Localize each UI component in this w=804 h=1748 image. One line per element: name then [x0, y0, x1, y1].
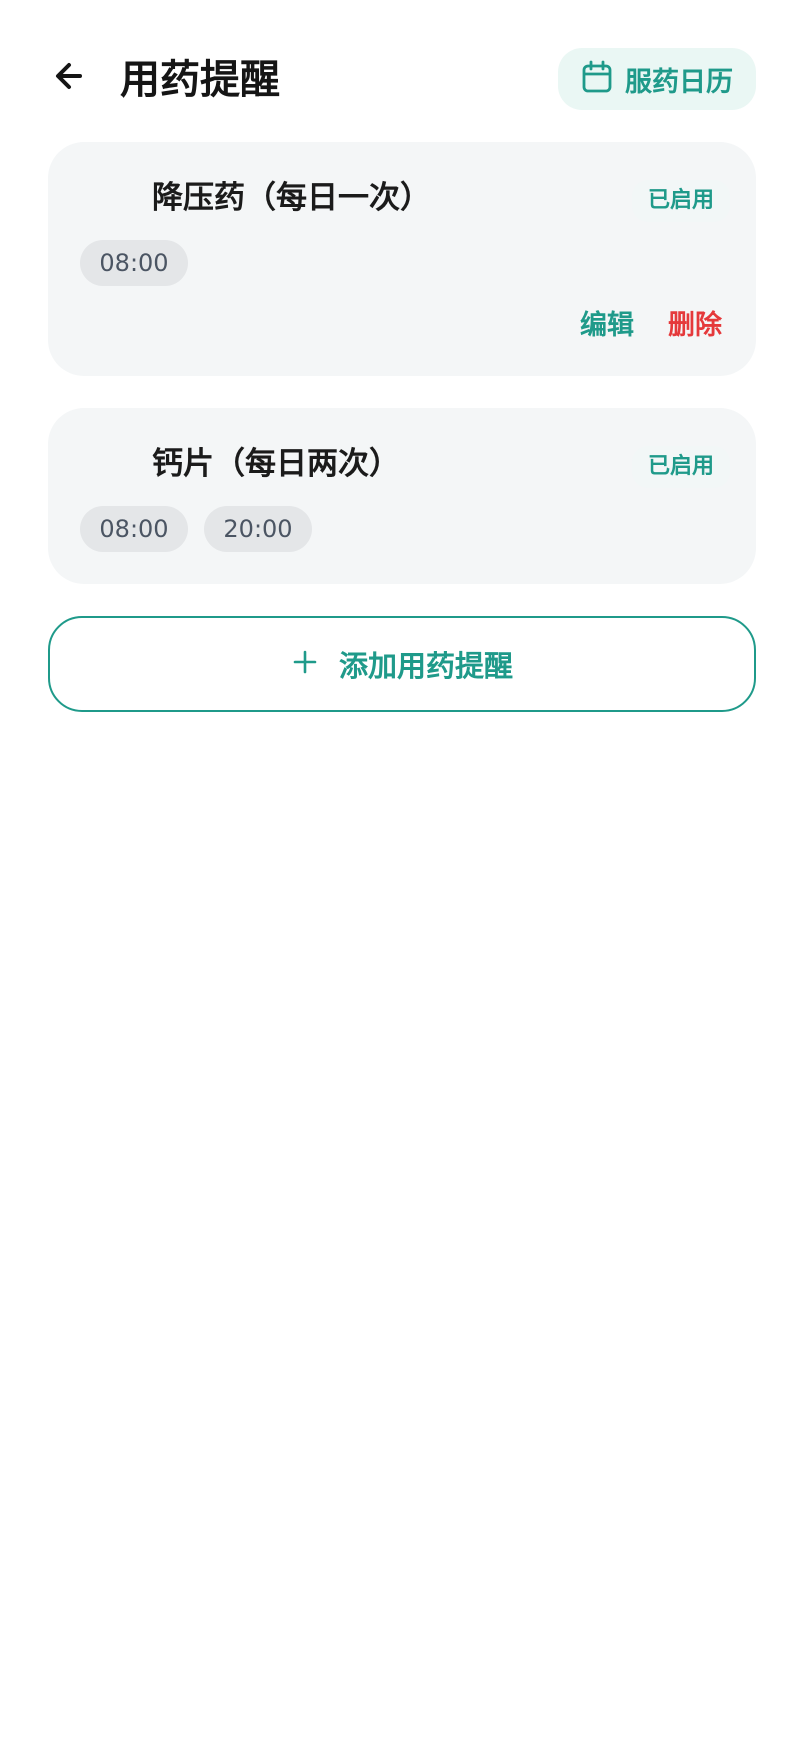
add-reminder-label: 添加用药提醒: [338, 649, 513, 683]
status-badge[interactable]: 已启用: [631, 446, 730, 488]
time-chip: 20:00: [204, 506, 312, 552]
time-chip: 08:00: [80, 506, 188, 552]
header: 用药提醒 服药日历: [0, 0, 804, 140]
page-title: 用药提醒: [120, 57, 280, 103]
time-list: 08:00: [80, 240, 188, 286]
reminder-card[interactable]: 钙片（每日两次） 已启用 08:00 20:00: [48, 408, 756, 584]
status-badge[interactable]: 已启用: [631, 180, 730, 222]
back-button[interactable]: [44, 52, 96, 104]
time-chip: 08:00: [80, 240, 188, 286]
reminder-card[interactable]: 降压药（每日一次） 已启用 08:00 编辑 删除: [48, 142, 756, 376]
calendar-icon: [581, 60, 613, 98]
edit-button[interactable]: 编辑: [580, 306, 634, 346]
calendar-button[interactable]: 服药日历: [558, 48, 756, 110]
medication-name: 降压药（每日一次）: [152, 180, 431, 216]
delete-button[interactable]: 删除: [668, 306, 722, 346]
plus-icon: [291, 648, 319, 680]
add-reminder-button[interactable]: 添加用药提醒: [48, 616, 756, 712]
time-list: 08:00 20:00: [80, 506, 312, 552]
calendar-button-label: 服药日历: [625, 66, 733, 98]
medication-name: 钙片（每日两次）: [152, 446, 400, 482]
card-actions: 编辑 删除: [580, 306, 722, 346]
arrow-left-icon: [50, 56, 90, 100]
